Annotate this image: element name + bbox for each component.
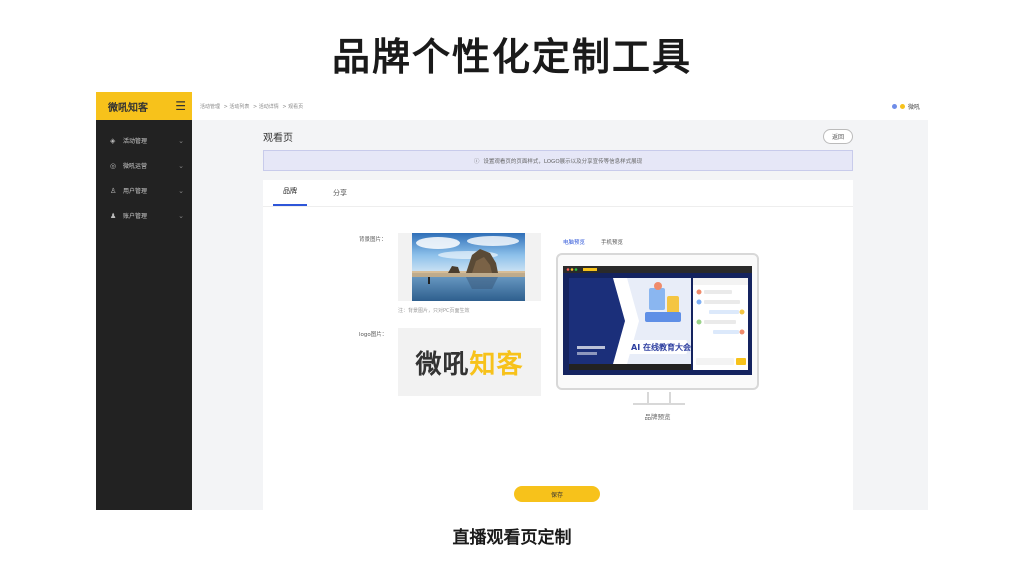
sidebar-item-label: 微吼运营 <box>123 163 148 170</box>
sidebar: 微吼知客 ☰ ◈ 活动管理 ⌄ ◎ 微吼运营 ⌄ ♙ 用户管理 ⌄ ♟ 账户管理… <box>96 92 192 510</box>
layers-icon: ◈ <box>110 136 116 145</box>
tab-share[interactable]: 分享 <box>323 188 357 206</box>
save-button[interactable]: 保存 <box>514 486 600 502</box>
tab-brand[interactable]: 品牌 <box>273 186 307 206</box>
app-window: 微吼知客 ☰ ◈ 活动管理 ⌄ ◎ 微吼运营 ⌄ ♙ 用户管理 ⌄ ♟ 账户管理… <box>96 92 928 510</box>
tab-bar: 品牌 分享 <box>263 180 853 207</box>
breadcrumb-item[interactable]: 活动管理 <box>200 104 220 110</box>
sidebar-item-label: 账户管理 <box>123 213 148 220</box>
sidebar-item-label: 用户管理 <box>123 188 148 195</box>
user-icon: ♙ <box>110 186 117 195</box>
back-button[interactable]: 返回 <box>822 128 853 144</box>
settings-card: 品牌 分享 背景图片： 注：背景图片，只对PC页面生效 logo图片： 微吼 知… <box>263 180 853 510</box>
breadcrumb: 活动管理 > 活动列表 > 活动详情 > 观看页 <box>200 103 892 110</box>
info-notice: ⓘ 设置观看页的页面样式，LOGO展示以及分享宣传等信息样式展现 <box>263 150 853 171</box>
sidebar-item-account[interactable]: ♟ 账户管理 ⌄ <box>96 203 192 228</box>
slide: 品牌个性化定制工具 微吼知客 ☰ ◈ 活动管理 ⌄ ◎ 微吼运营 ⌄ ♙ 用户管… <box>0 0 1024 576</box>
sidebar-item-operation[interactable]: ◎ 微吼运营 ⌄ <box>96 153 192 178</box>
chevron-down-icon: ⌄ <box>178 211 184 220</box>
logo-image-upload[interactable]: 微吼 知客 <box>398 328 541 396</box>
user-menu[interactable]: 微吼 <box>891 102 920 111</box>
breadcrumb-item[interactable]: > 活动列表 <box>224 104 250 110</box>
landscape-image <box>412 233 525 301</box>
page-title: 观看页 <box>263 132 293 144</box>
logo-image-label: logo图片： <box>359 332 388 338</box>
chevron-down-icon: ⌄ <box>178 186 184 195</box>
sidebar-item-users[interactable]: ♙ 用户管理 ⌄ <box>96 178 192 203</box>
logo-text-part-b: 知客 <box>469 349 524 380</box>
info-icon: ⓘ <box>473 158 480 165</box>
status-dot-icon <box>891 103 897 109</box>
monitor-preview: AI 在线教育大会 <box>556 253 759 390</box>
notice-text: 设置观看页的页面样式，LOGO展示以及分享宣传等信息样式展现 <box>483 158 643 165</box>
tab-mobile-preview[interactable]: 手机预览 <box>601 238 623 246</box>
screen-banner-text: AI 在线教育大会 <box>631 342 691 352</box>
breadcrumb-item[interactable]: > 活动详情 <box>253 104 279 110</box>
preview-caption: 品牌预览 <box>644 413 671 421</box>
breadcrumb-item: > 观看页 <box>282 103 304 110</box>
background-image-upload[interactable] <box>398 233 541 301</box>
sidebar-item-label: 活动管理 <box>123 138 148 145</box>
tab-pc-preview[interactable]: 电脑预览 <box>563 238 585 246</box>
avatar <box>899 103 905 109</box>
bg-image-note: 注：背景图片，只对PC页面生效 <box>398 308 470 314</box>
preview-screen: AI 在线教育大会 <box>563 266 752 375</box>
preview-tabs: 电脑预览 手机预览 <box>563 238 623 246</box>
chat-icon: ◎ <box>110 161 117 170</box>
hamburger-icon[interactable]: ☰ <box>175 99 186 113</box>
chevron-down-icon: ⌄ <box>178 161 184 170</box>
account-icon: ♟ <box>110 211 117 220</box>
bg-image-label: 背景图片： <box>359 237 387 243</box>
brand-bar: 微吼知客 ☰ <box>96 92 192 120</box>
brand-name: 微吼知客 <box>108 102 148 114</box>
monitor-base <box>633 403 685 405</box>
slide-caption: 直播观看页定制 <box>452 528 572 548</box>
logo-text-part-a: 微吼 <box>415 349 470 380</box>
sidebar-nav: ◈ 活动管理 ⌄ ◎ 微吼运营 ⌄ ♙ 用户管理 ⌄ ♟ 账户管理 ⌄ <box>96 120 192 228</box>
page-header: 观看页 返回 <box>263 128 853 144</box>
username: 微吼 <box>907 103 920 111</box>
chevron-down-icon: ⌄ <box>178 136 184 145</box>
topbar: 活动管理 > 活动列表 > 活动详情 > 观看页 微吼 <box>192 92 928 120</box>
slide-title: 品牌个性化定制工具 <box>331 35 692 79</box>
sidebar-item-activity[interactable]: ◈ 活动管理 ⌄ <box>96 128 192 153</box>
watch-page-mockup: AI 在线教育大会 <box>563 266 752 375</box>
